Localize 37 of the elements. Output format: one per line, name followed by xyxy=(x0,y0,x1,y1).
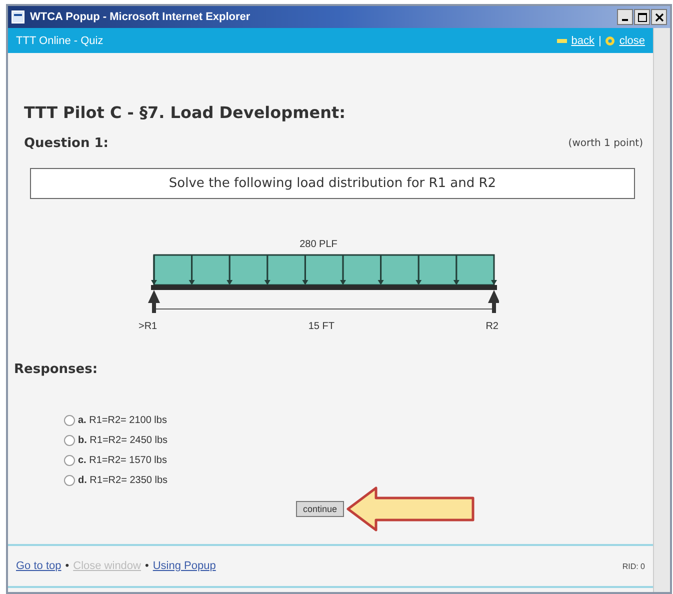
maximize-icon xyxy=(638,12,646,22)
footer-link[interactable]: Go to top xyxy=(16,560,62,572)
question-prompt: Solve the following load distribution for R1 and R2 xyxy=(30,168,635,199)
scrollbar[interactable] xyxy=(653,28,670,592)
radio-button[interactable] xyxy=(64,455,75,466)
option-label[interactable]: b. R1=R2= 2450 lbs xyxy=(78,435,168,446)
bullet: • xyxy=(145,560,149,572)
option-label[interactable]: c. R1=R2= 1570 lbs xyxy=(78,455,167,466)
arrow-icon xyxy=(346,486,476,532)
question-label: Question 1: xyxy=(24,136,108,151)
worth-text: (worth 1 point) xyxy=(568,138,643,149)
continue-button[interactable]: continue xyxy=(296,501,344,517)
minimize-icon xyxy=(622,19,628,21)
footer-link[interactable]: Using Popup xyxy=(152,560,216,572)
option-label[interactable]: d. R1=R2= 2350 lbs xyxy=(78,475,168,486)
maximize-button[interactable] xyxy=(634,9,650,25)
radio-button[interactable] xyxy=(64,415,75,426)
radio-button[interactable] xyxy=(64,435,75,446)
radio-button[interactable] xyxy=(64,475,75,486)
load-label: 280 PLF xyxy=(300,239,338,250)
reaction-label: >R1 xyxy=(138,321,158,332)
footer-link: Close window xyxy=(73,560,141,572)
close-button[interactable] xyxy=(651,9,667,25)
close-icon xyxy=(605,36,616,46)
span-label: 15 FT xyxy=(308,321,334,332)
minimize-button[interactable] xyxy=(617,9,633,25)
reaction-label: R2 xyxy=(486,321,498,332)
browser-icon xyxy=(11,10,25,24)
window-title: WTCA Popup - Microsoft Internet Explorer xyxy=(30,11,252,23)
quiz-heading: TTT Pilot C - §7. Load Development: xyxy=(24,103,347,122)
separator: | xyxy=(598,34,602,46)
option-label[interactable]: a. R1=R2= 2100 lbs xyxy=(78,415,167,426)
header-title: TTT Online - Quiz xyxy=(16,34,104,46)
status-text: RID: 0 xyxy=(622,562,645,570)
close-icon xyxy=(654,12,664,22)
responses-label: Responses: xyxy=(14,362,99,377)
bullet: • xyxy=(65,560,70,572)
